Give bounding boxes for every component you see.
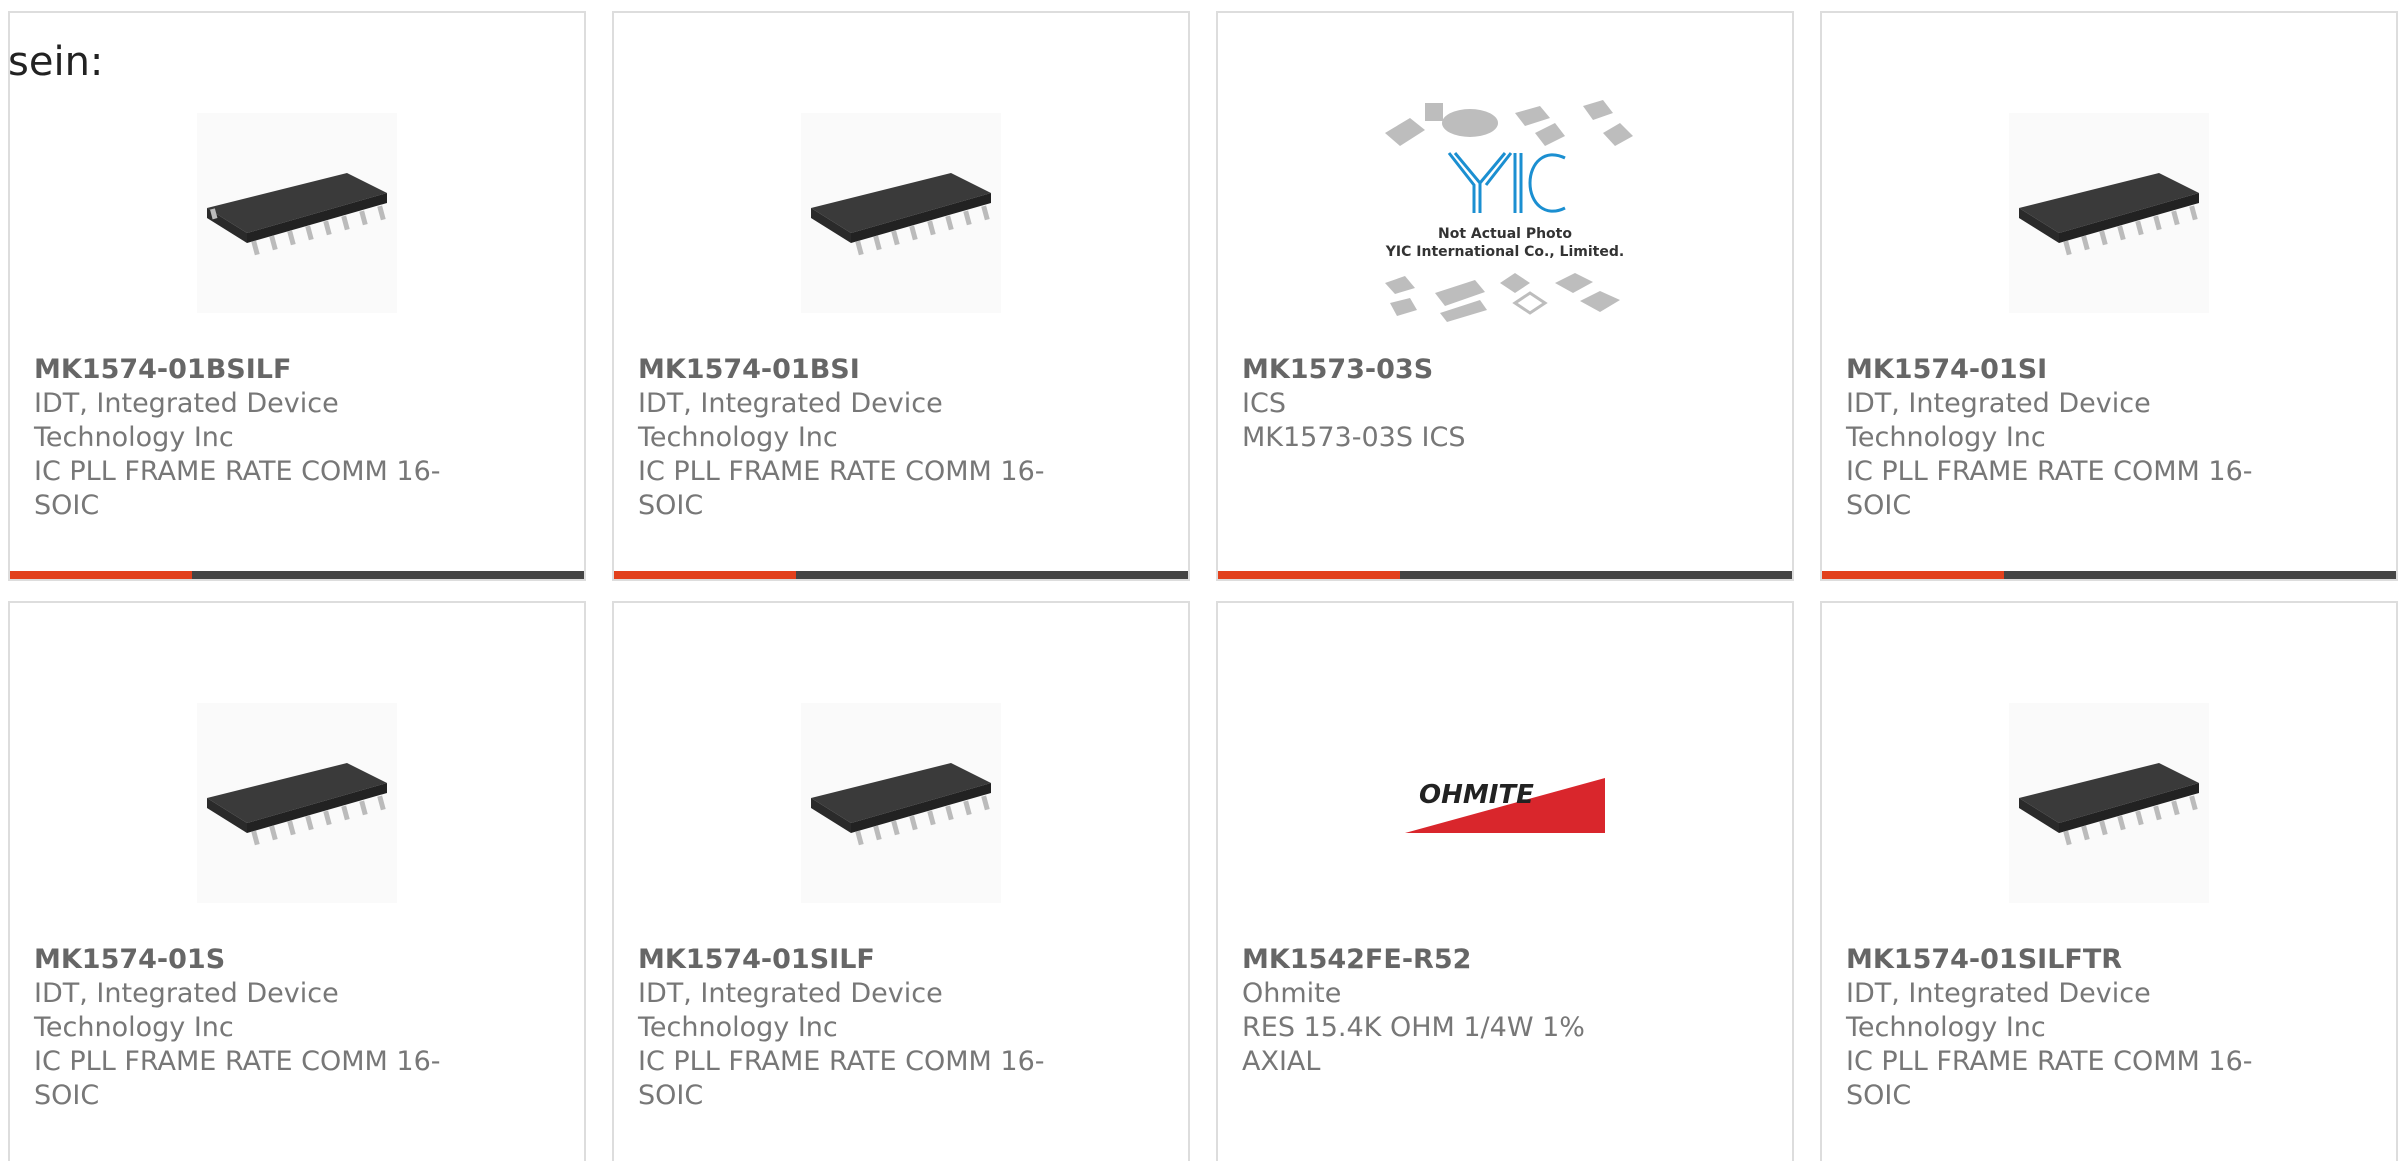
- placeholder-line1: Not Actual Photo: [1438, 226, 1572, 242]
- ohmite-logo-text: OHMITE: [1419, 780, 1534, 810]
- product-image[interactable]: [10, 663, 584, 943]
- ic-chip-icon: [801, 703, 1001, 903]
- product-image[interactable]: OHMITE: [1218, 663, 1792, 943]
- yic-placeholder-icon: Not Actual Photo YIC International Co., …: [1385, 100, 1633, 322]
- product-image[interactable]: [1822, 663, 2396, 943]
- card-bottom-bar: [614, 571, 1188, 579]
- card-bottom-bar: [10, 571, 584, 579]
- intro-text: sein:: [8, 39, 104, 85]
- product-manufacturer: IDT, Integrated Device Technology Inc: [638, 978, 943, 1043]
- product-manufacturer: Ohmite: [1242, 978, 1342, 1009]
- product-title[interactable]: MK1574-01SILFTR: [1846, 943, 2266, 977]
- product-title[interactable]: MK1574-01SI: [1846, 353, 2266, 387]
- product-info: MK1574-01SILFTR IDT, Integrated Device T…: [1846, 943, 2266, 1113]
- product-image[interactable]: [614, 73, 1188, 353]
- product-manufacturer: ICS: [1242, 388, 1286, 419]
- product-title[interactable]: MK1574-01BSI: [638, 353, 1058, 387]
- ic-chip-icon: [197, 113, 397, 313]
- product-description: IC PLL FRAME RATE COMM 16-SOIC: [638, 456, 1045, 521]
- ic-chip-icon: [801, 113, 1001, 313]
- product-info: MK1574-01BSI IDT, Integrated Device Tech…: [638, 353, 1058, 523]
- product-image[interactable]: Not Actual Photo YIC International Co., …: [1218, 73, 1792, 353]
- product-card[interactable]: Not Actual Photo YIC International Co., …: [1216, 11, 1794, 581]
- product-card[interactable]: MK1574-01S IDT, Integrated Device Techno…: [8, 601, 586, 1161]
- card-accent-bar: [614, 571, 796, 579]
- product-title[interactable]: MK1574-01BSILF: [34, 353, 454, 387]
- product-description: IC PLL FRAME RATE COMM 16-SOIC: [34, 1046, 441, 1111]
- product-description: IC PLL FRAME RATE COMM 16-SOIC: [1846, 456, 2253, 521]
- product-title[interactable]: MK1542FE-R52: [1242, 943, 1662, 977]
- card-accent-bar: [10, 571, 192, 579]
- product-title[interactable]: MK1574-01S: [34, 943, 454, 977]
- product-info: MK1574-01BSILF IDT, Integrated Device Te…: [34, 353, 454, 523]
- ic-chip-icon: [197, 703, 397, 903]
- card-bottom-bar: [1822, 571, 2396, 579]
- product-description: IC PLL FRAME RATE COMM 16-SOIC: [34, 456, 441, 521]
- product-manufacturer: IDT, Integrated Device Technology Inc: [34, 978, 339, 1043]
- product-title[interactable]: MK1573-03S: [1242, 353, 1662, 387]
- product-grid: MK1574-01BSILF IDT, Integrated Device Te…: [8, 11, 2400, 1161]
- product-image[interactable]: [10, 73, 584, 353]
- ohmite-logo-icon: OHMITE: [1405, 778, 1605, 833]
- product-listing-page: sein: MK1574-01BSILF IDT, Integrated Dev…: [0, 0, 2400, 1161]
- product-description: IC PLL FRAME RATE COMM 16-SOIC: [1846, 1046, 2253, 1111]
- ic-chip-icon: [2009, 703, 2209, 903]
- product-info: MK1573-03S ICS MK1573-03S ICS: [1242, 353, 1662, 455]
- product-info: MK1574-01SILF IDT, Integrated Device Tec…: [638, 943, 1058, 1113]
- product-description: MK1573-03S ICS: [1242, 422, 1466, 453]
- product-card[interactable]: OHMITE MK1542FE-R52 Ohmite RES 15.4K OHM…: [1216, 601, 1794, 1161]
- product-image[interactable]: [1822, 73, 2396, 353]
- product-info: MK1574-01SI IDT, Integrated Device Techn…: [1846, 353, 2266, 523]
- product-card[interactable]: MK1574-01SILF IDT, Integrated Device Tec…: [612, 601, 1190, 1161]
- card-accent-bar: [1822, 571, 2004, 579]
- product-info: MK1574-01S IDT, Integrated Device Techno…: [34, 943, 454, 1113]
- product-manufacturer: IDT, Integrated Device Technology Inc: [1846, 388, 2151, 453]
- product-title[interactable]: MK1574-01SILF: [638, 943, 1058, 977]
- product-info: MK1542FE-R52 Ohmite RES 15.4K OHM 1/4W 1…: [1242, 943, 1662, 1079]
- product-manufacturer: IDT, Integrated Device Technology Inc: [638, 388, 943, 453]
- product-description: RES 15.4K OHM 1/4W 1% AXIAL: [1242, 1012, 1585, 1077]
- product-description: IC PLL FRAME RATE COMM 16-SOIC: [638, 1046, 1045, 1111]
- product-card[interactable]: MK1574-01SI IDT, Integrated Device Techn…: [1820, 11, 2398, 581]
- product-card[interactable]: MK1574-01BSILF IDT, Integrated Device Te…: [8, 11, 586, 581]
- product-card[interactable]: MK1574-01BSI IDT, Integrated Device Tech…: [612, 11, 1190, 581]
- ic-chip-icon: [2009, 113, 2209, 313]
- placeholder-line2: YIC International Co., Limited.: [1385, 244, 1624, 260]
- product-manufacturer: IDT, Integrated Device Technology Inc: [1846, 978, 2151, 1043]
- product-manufacturer: IDT, Integrated Device Technology Inc: [34, 388, 339, 453]
- card-accent-bar: [1218, 571, 1400, 579]
- product-image[interactable]: [614, 663, 1188, 943]
- card-bottom-bar: [1218, 571, 1792, 579]
- product-card[interactable]: MK1574-01SILFTR IDT, Integrated Device T…: [1820, 601, 2398, 1161]
